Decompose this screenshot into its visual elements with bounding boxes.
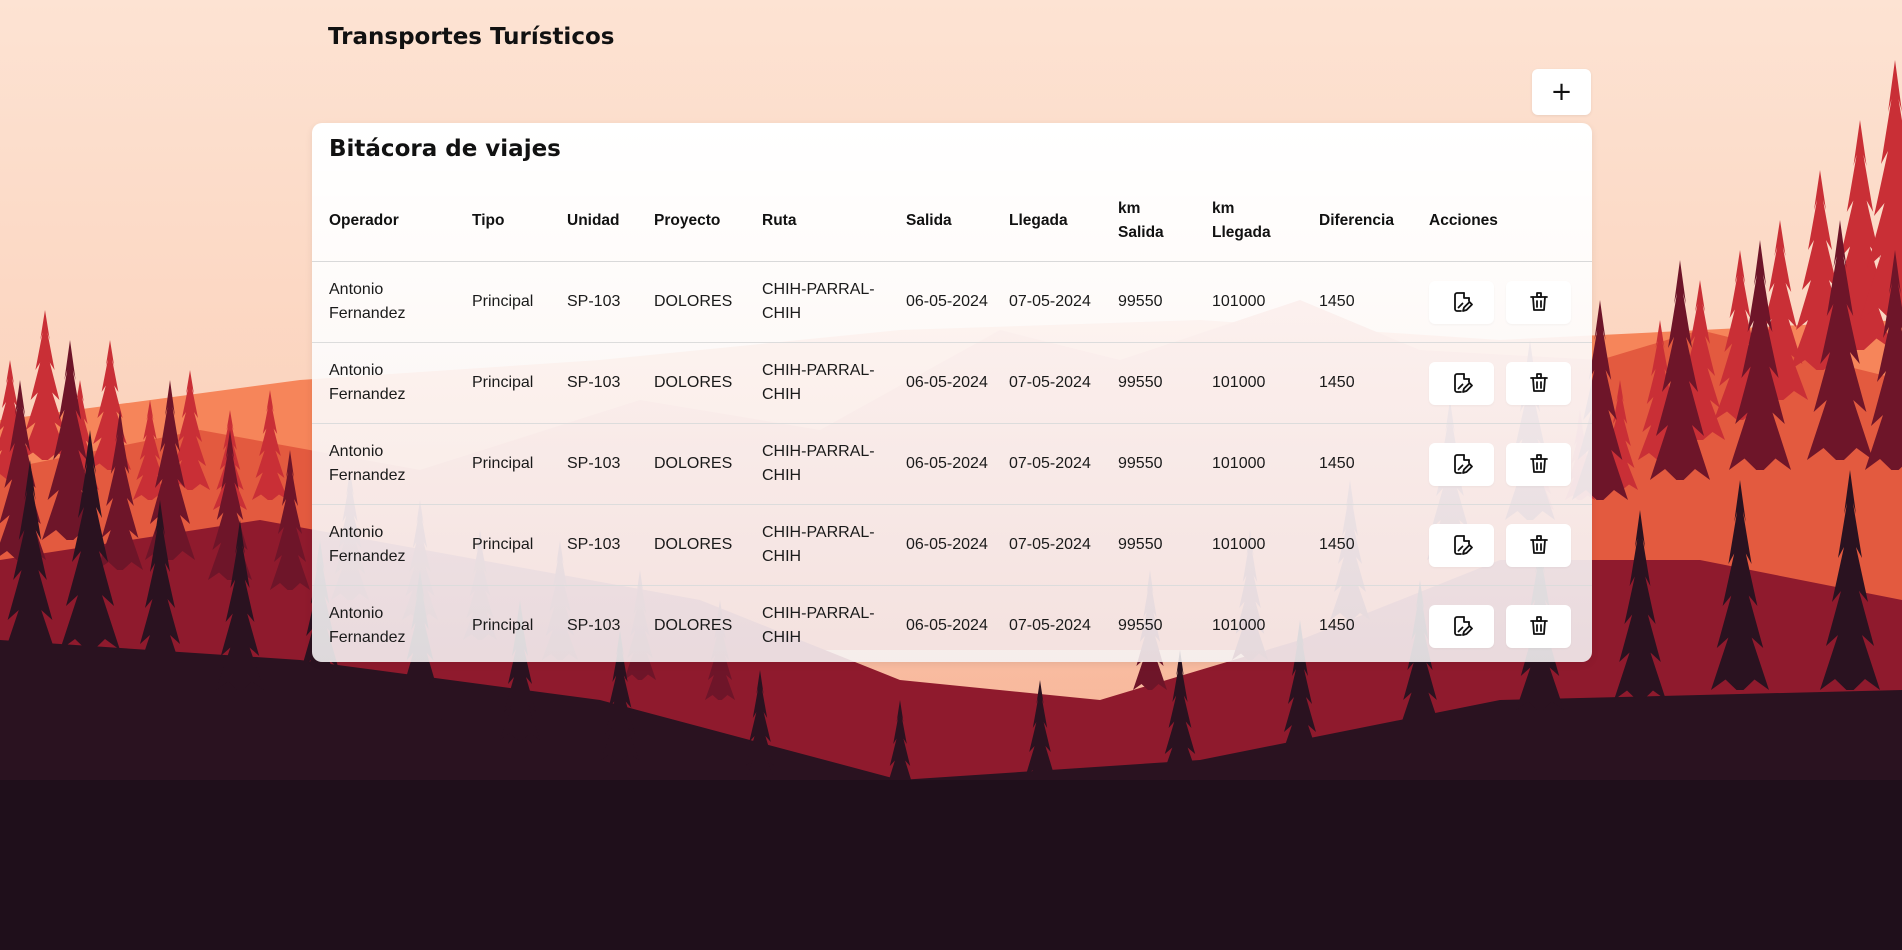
trash-icon [1527, 452, 1551, 476]
cell-tipo: Principal [472, 617, 534, 634]
cell-llegada: 07-05-2024 [992, 342, 1101, 424]
col-header-diferencia: Diferencia [1302, 181, 1412, 262]
delete-button[interactable] [1506, 361, 1571, 405]
cell-unidad: SP-103 [567, 617, 621, 634]
add-trip-button[interactable]: + [1532, 69, 1591, 115]
edit-document-icon [1450, 371, 1474, 395]
col-header-proyecto: Proyecto [637, 181, 745, 262]
cell-proyecto: DOLORES [637, 342, 745, 424]
cell-acciones [1412, 586, 1592, 663]
cell-tipo: Principal [455, 261, 550, 343]
trash-icon [1527, 290, 1551, 314]
cell-acciones [1412, 261, 1592, 343]
col-header-llegada: Llegada [992, 181, 1101, 262]
edit-button[interactable] [1429, 523, 1494, 567]
table-row: Antonio Fernandez Principal SP-103 DOLORES C… [312, 261, 1592, 343]
cell-proyecto: DOLORES [637, 423, 745, 505]
app-title: Transportes Turísticos [328, 24, 615, 50]
cell-llegada: 07-05-2024 [992, 504, 1101, 586]
delete-button[interactable] [1506, 442, 1571, 486]
card-title: Bitácora de viajes [329, 136, 561, 162]
cell-km-llegada: 101000 [1195, 504, 1302, 586]
cell-unidad: SP-103 [550, 504, 637, 586]
cell-ruta: CHIH-PARRAL-CHIH [762, 605, 875, 646]
cell-operador: Antonio Fernandez [329, 605, 406, 646]
cell-diferencia: 1450 [1302, 261, 1412, 343]
cell-salida: 06-05-2024 [906, 617, 988, 634]
col-header-ruta: Ruta [745, 181, 889, 262]
cell-km-llegada: 101000 [1195, 261, 1302, 343]
delete-button[interactable] [1506, 280, 1571, 324]
cell-diferencia: 1450 [1319, 617, 1355, 634]
cell-llegada: 07-05-2024 [992, 423, 1101, 505]
trip-log-card: Bitácora de viajes Operador Tipo Unidad … [312, 123, 1592, 662]
table-row: Antonio Fernandez Principal SP-103 DOLORES C… [312, 586, 1592, 663]
col-header-unidad: Unidad [550, 181, 637, 262]
cell-diferencia: 1450 [1302, 342, 1412, 424]
col-header-operador: Operador [312, 181, 455, 262]
col-header-acciones: Acciones [1412, 181, 1592, 262]
cell-km-salida: 99550 [1101, 423, 1195, 505]
cell-unidad: SP-103 [550, 423, 637, 505]
cell-operador: Antonio Fernandez [312, 261, 455, 343]
col-header-salida: Salida [889, 181, 992, 262]
cell-unidad: SP-103 [550, 261, 637, 343]
cell-ruta: CHIH-PARRAL-CHIH [745, 342, 889, 424]
cell-ruta: CHIH-PARRAL-CHIH [745, 261, 889, 343]
edit-button[interactable] [1429, 280, 1494, 324]
cell-operador: Antonio Fernandez [312, 342, 455, 424]
cell-salida: 06-05-2024 [889, 261, 992, 343]
col-header-km-salida: km Salida [1101, 181, 1195, 262]
trash-icon [1527, 614, 1551, 638]
cell-ruta: CHIH-PARRAL-CHIH [745, 504, 889, 586]
cell-proyecto: DOLORES [637, 261, 745, 343]
table-row: Antonio Fernandez Principal SP-103 DOLORES C… [312, 504, 1592, 586]
cell-acciones [1412, 423, 1592, 505]
edit-document-icon [1450, 533, 1474, 557]
table-row: Antonio Fernandez Principal SP-103 DOLORES C… [312, 342, 1592, 424]
cell-unidad: SP-103 [550, 342, 637, 424]
edit-button[interactable] [1429, 604, 1494, 648]
cell-tipo: Principal [455, 504, 550, 586]
table-row: Antonio Fernandez Principal SP-103 DOLORES C… [312, 423, 1592, 505]
cell-ruta: CHIH-PARRAL-CHIH [745, 423, 889, 505]
delete-button[interactable] [1506, 604, 1571, 648]
cell-diferencia: 1450 [1302, 504, 1412, 586]
cell-tipo: Principal [455, 423, 550, 505]
cell-km-salida: 99550 [1101, 261, 1195, 343]
cell-km-salida: 99550 [1101, 342, 1195, 424]
cell-diferencia: 1450 [1302, 423, 1412, 505]
cell-tipo: Principal [455, 342, 550, 424]
cell-km-llegada: 101000 [1195, 342, 1302, 424]
cell-salida: 06-05-2024 [889, 342, 992, 424]
trash-icon [1527, 533, 1551, 557]
delete-button[interactable] [1506, 523, 1571, 567]
cell-acciones [1412, 504, 1592, 586]
cell-operador: Antonio Fernandez [312, 423, 455, 505]
col-header-km-llegada: km Llegada [1195, 181, 1302, 262]
cell-km-llegada: 101000 [1212, 617, 1266, 634]
cell-km-llegada: 101000 [1195, 423, 1302, 505]
edit-button[interactable] [1429, 442, 1494, 486]
col-header-tipo: Tipo [455, 181, 550, 262]
cell-km-salida: 99550 [1101, 504, 1195, 586]
cell-operador: Antonio Fernandez [312, 504, 455, 586]
trash-icon [1527, 371, 1551, 395]
cell-llegada: 07-05-2024 [992, 261, 1101, 343]
cell-km-salida: 99550 [1118, 617, 1163, 634]
edit-document-icon [1450, 452, 1474, 476]
cell-proyecto: DOLORES [654, 617, 733, 634]
edit-button[interactable] [1429, 361, 1494, 405]
cell-salida: 06-05-2024 [889, 423, 992, 505]
cell-proyecto: DOLORES [637, 504, 745, 586]
edit-document-icon [1450, 290, 1474, 314]
cell-llegada: 07-05-2024 [1009, 617, 1091, 634]
edit-document-icon [1450, 614, 1474, 638]
table-header-row: Operador Tipo Unidad Proyecto Ruta Salid… [312, 181, 1592, 262]
trip-log-table: Operador Tipo Unidad Proyecto Ruta Salid… [312, 181, 1592, 662]
cell-salida: 06-05-2024 [889, 504, 992, 586]
cell-acciones [1412, 342, 1592, 424]
